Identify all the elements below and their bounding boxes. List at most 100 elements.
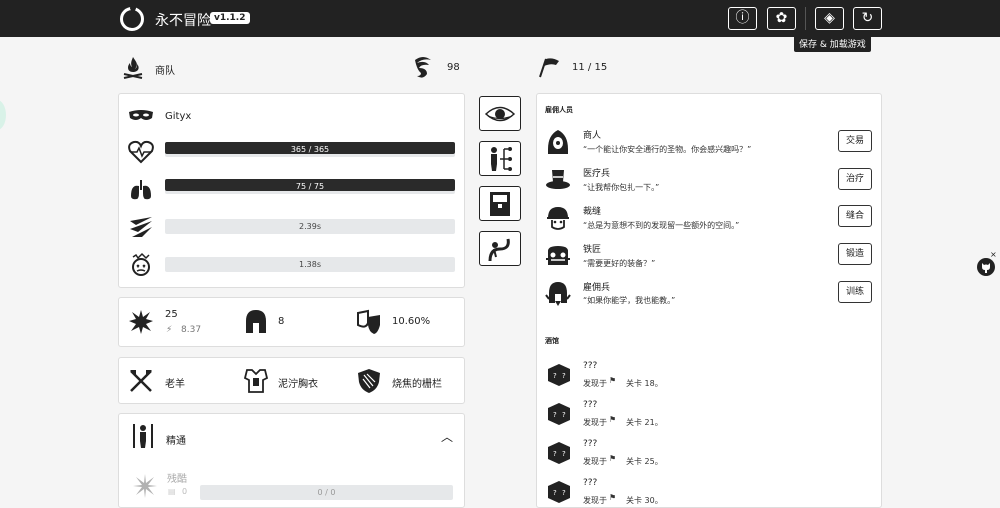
tavern-item-stage: 关卡 18。 xyxy=(626,379,663,388)
tailor-helmet-icon xyxy=(545,205,571,231)
eye-icon xyxy=(485,106,515,121)
app-logo-icon xyxy=(120,5,144,31)
tavern-item-stage: 关卡 21。 xyxy=(626,418,663,427)
deflect-rate-bar: 1.38s xyxy=(165,257,455,272)
crossed-axes-icon[interactable] xyxy=(128,368,154,394)
shield-name[interactable]: 烧焦的栅栏 xyxy=(392,375,442,390)
weapon-name[interactable]: 老羊 xyxy=(165,375,185,390)
mercenary-name: 铁匠 xyxy=(583,245,602,255)
essence-value: 98 xyxy=(447,62,460,73)
mystery-box-icon: ?? xyxy=(546,440,572,466)
restart-icon: ↻ xyxy=(861,10,874,26)
explosion-icon xyxy=(128,309,154,335)
attack-rate-bar: 2.39s xyxy=(165,219,455,234)
tavern-item-stage: 关卡 25。 xyxy=(626,457,663,466)
essence-icon xyxy=(410,54,436,80)
stage-progress: 11 / 15 xyxy=(572,62,608,73)
robot-face-icon xyxy=(545,243,571,269)
caravan-label: 商队 xyxy=(155,66,175,77)
lungs-icon xyxy=(128,177,154,203)
travel-button[interactable] xyxy=(479,231,521,266)
eye-view-button[interactable] xyxy=(479,96,521,131)
tavern-item-name: ??? xyxy=(583,400,598,410)
found-at-label: 发现于 xyxy=(583,418,607,427)
armor-name[interactable]: 泥泞胸衣 xyxy=(278,375,318,390)
svg-text:?: ? xyxy=(553,372,557,380)
svg-text:?: ? xyxy=(562,411,566,419)
mercenary-quote: “让我帮你包扎一下。” xyxy=(583,183,660,192)
heal-button[interactable]: 治疗 xyxy=(838,168,872,190)
save-tooltip: 保存 & 加载游戏 xyxy=(794,31,871,52)
info-icon: ⓘ xyxy=(735,10,750,26)
tavern-item-name: ??? xyxy=(583,361,598,371)
backpack-icon xyxy=(490,191,510,216)
side-decoration xyxy=(0,100,6,130)
mystery-box-icon: ?? xyxy=(546,401,572,427)
mystery-box-icon: ?? xyxy=(546,479,572,505)
svg-text:?: ? xyxy=(553,450,557,458)
stage-flag-icon: ⚑ xyxy=(609,415,617,424)
protection-value: 8 xyxy=(278,316,285,327)
flag-icon xyxy=(536,54,562,80)
inventory-button[interactable] xyxy=(479,186,521,221)
sew-button[interactable]: 缝合 xyxy=(838,205,872,227)
deflect-rate-value: 1.38s xyxy=(299,260,321,269)
mercenary-quote: “如果你能学，我也能教。” xyxy=(583,296,676,305)
mercenary-quote: “总是为意想不到的发现留一些额外的空间。” xyxy=(583,221,740,230)
forge-button[interactable]: 锻造 xyxy=(838,243,872,265)
health-bar: 365 / 365 xyxy=(165,142,455,157)
found-at-label: 发现于 xyxy=(583,457,607,466)
restart-button[interactable]: ↻ xyxy=(853,7,882,30)
deflection-value: 10.60% xyxy=(392,316,431,327)
mercenary-name: 裁缝 xyxy=(583,207,602,217)
collapse-chevron-icon[interactable]: ︿ xyxy=(441,428,453,445)
mastery-progress-value: 0 / 0 xyxy=(317,488,336,497)
discord-icon: ✿ xyxy=(775,10,788,26)
burst-icon xyxy=(132,473,158,499)
svg-text:?: ? xyxy=(562,489,566,497)
mercenary-name: 商人 xyxy=(583,131,602,141)
knight-helmet-icon xyxy=(545,281,571,307)
mystery-box-icon: ?? xyxy=(546,362,572,388)
save-icon: ◈ xyxy=(824,10,835,26)
svg-text:?: ? xyxy=(562,450,566,458)
campfire-icon xyxy=(120,54,146,80)
mastery-icon xyxy=(130,423,156,449)
skill-points-icon: ▤ xyxy=(168,487,176,496)
train-button[interactable]: 训练 xyxy=(838,281,872,303)
skill-tree-button[interactable] xyxy=(479,141,521,176)
svg-text:?: ? xyxy=(562,372,566,380)
mastery-skill-name: 残酷 xyxy=(167,474,187,485)
shield-icon[interactable] xyxy=(356,368,382,394)
skill-points-value: 0 xyxy=(182,487,188,496)
trade-button[interactable]: 交易 xyxy=(838,130,872,152)
heart-icon xyxy=(128,139,154,165)
hooded-figure-icon xyxy=(545,129,571,155)
github-icon[interactable] xyxy=(975,256,997,278)
version-badge: v1.1.2 xyxy=(210,12,250,24)
mercenaries-title: 雇佣人员 xyxy=(545,106,573,114)
stamina-bar: 75 / 75 xyxy=(165,179,455,194)
shields-icon xyxy=(356,309,382,335)
tavern-item-name: ??? xyxy=(583,439,598,449)
mercenary-quote: “一个能让你安全通行的圣物。你会感兴趣吗？” xyxy=(583,145,752,154)
damage-value: 25 xyxy=(165,309,178,320)
tavern-item-name: ??? xyxy=(583,478,598,488)
stamina-value: 75 / 75 xyxy=(295,182,325,191)
mastery-progress-bar: 0 / 0 xyxy=(200,485,453,500)
chest-armor-icon[interactable] xyxy=(243,368,269,394)
tavern-title: 酒馆 xyxy=(545,337,559,345)
claw-slash-icon xyxy=(128,214,154,240)
attack-speed-value: 8.37 xyxy=(181,325,202,335)
attack-rate-value: 2.39s xyxy=(299,222,321,231)
svg-text:?: ? xyxy=(553,411,557,419)
stage-flag-icon: ⚑ xyxy=(609,454,617,463)
mask-icon xyxy=(128,103,154,129)
discord-button[interactable]: ✿ xyxy=(767,7,796,30)
svg-text:?: ? xyxy=(553,489,557,497)
stage-flag-icon: ⚑ xyxy=(609,376,617,385)
info-button[interactable]: ⓘ xyxy=(728,7,757,30)
mercenary-quote: “需要更好的装备？” xyxy=(583,259,656,268)
found-at-label: 发现于 xyxy=(583,379,607,388)
save-load-button[interactable]: ◈ xyxy=(815,7,844,30)
